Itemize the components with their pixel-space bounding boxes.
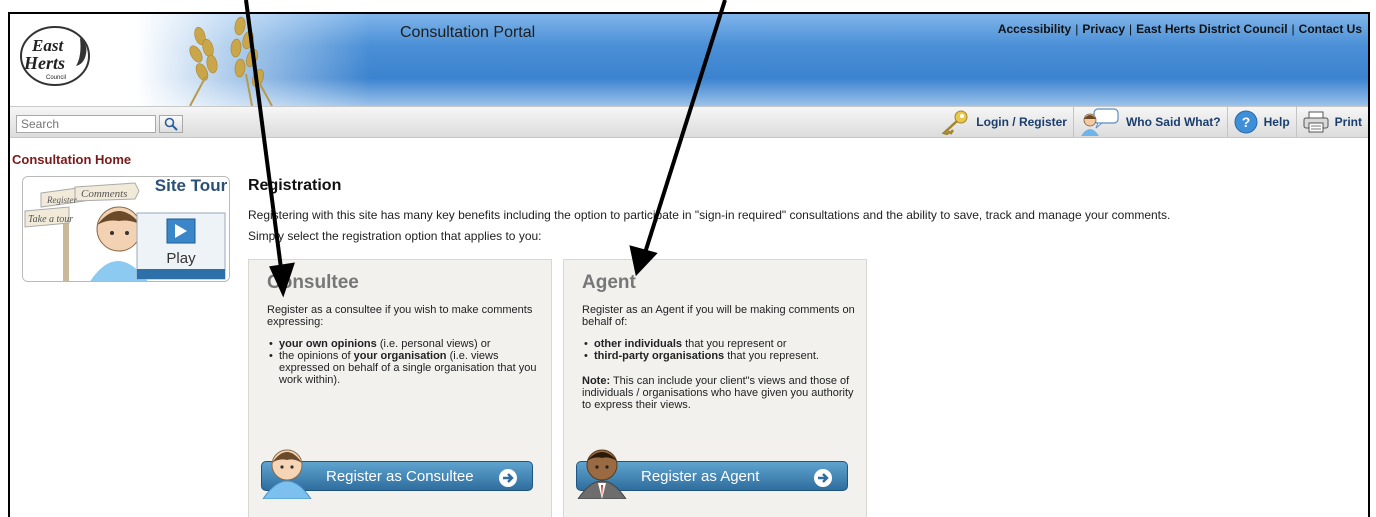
site-header: East Herts Council Consultation Portal A… [10,14,1368,106]
portal-title: Consultation Portal [400,24,536,41]
list-item: your own opinions (i.e. personal views) … [267,338,547,350]
login-register-button[interactable]: Login / Register [934,107,1073,137]
search-icon [164,117,178,131]
link-separator: | [1291,22,1295,36]
svg-text:Council: Council [46,75,66,81]
registration-intro: Registering with this site has many key … [248,208,1171,222]
print-label: Print [1334,115,1362,129]
registration-instruction: Simply select the registration option th… [248,229,542,243]
wheat-image [189,16,273,106]
link-separator: | [1129,22,1133,36]
contact-us-link[interactable]: Contact Us [1299,22,1362,36]
list-item: other individuals that you represent or [582,338,862,350]
key-icon [941,110,968,135]
top-links: Accessibility | Privacy | East Herts Distric… [998,22,1362,36]
site-tour-graphic: Register Comments Take a tour Site Tour … [23,177,229,281]
sign-comments: Comments [81,188,127,200]
help-label: Help [1263,115,1290,129]
consultee-avatar-icon [262,449,312,499]
page-title: Registration [248,177,342,194]
agent-note: Note: This can include your client"s vie… [582,375,854,411]
list-item: third-party organisations that you repre… [582,350,862,362]
browser-page: East Herts Council Consultation Portal A… [8,12,1370,517]
toolbar-tools: Login / Register Who Said What? ? Help P… [934,107,1368,137]
consultation-home-link[interactable]: Consultation Home [12,152,131,167]
search-button[interactable] [159,115,183,133]
link-separator: | [1075,22,1079,36]
printer-icon [1303,111,1329,133]
agent-avatar-icon [577,449,627,499]
sign-register: Register [46,195,77,205]
arrow-right-icon [814,469,832,487]
site-tour-title: Site Tour [155,177,228,195]
consultee-lead: Register as a consultee if you wish to m… [267,304,533,328]
help-button[interactable]: ? Help [1226,107,1296,137]
site-tour-widget[interactable]: Register Comments Take a tour Site Tour … [22,176,230,282]
arrow-right-icon [499,469,517,487]
agent-panel: Agent Register as an Agent if you will b… [563,259,867,517]
accessibility-link[interactable]: Accessibility [998,22,1071,36]
svg-text:Herts: Herts [23,53,65,73]
who-said-what-label: Who Said What? [1125,115,1221,129]
login-register-label: Login / Register [976,115,1067,129]
search-input[interactable] [16,115,156,133]
sign-take-a-tour: Take a tour [28,214,73,225]
print-button[interactable]: Print [1295,107,1368,137]
toolbar: Login / Register Who Said What? ? Help [10,106,1368,138]
register-consultee-label: Register as Consultee [326,468,474,485]
agent-lead: Register as an Agent if you will be maki… [582,304,855,328]
council-link[interactable]: East Herts District Council [1136,22,1287,36]
list-item: the opinions of your organisation (i.e. … [267,350,547,386]
east-herts-logo[interactable]: East Herts Council [18,24,92,88]
svg-text:?: ? [1241,114,1250,130]
agent-list: other individuals that you represent or … [582,338,862,362]
consultee-list: your own opinions (i.e. personal views) … [267,338,547,386]
agent-heading: Agent [582,272,636,293]
consultee-panel: Consultee Register as a consultee if you… [248,259,552,517]
consultee-heading: Consultee [267,272,359,293]
privacy-link[interactable]: Privacy [1082,22,1125,36]
register-agent-label: Register as Agent [641,468,760,485]
speech-person-icon [1080,108,1119,136]
help-icon: ? [1234,110,1258,134]
who-said-what-button[interactable]: Who Said What? [1072,107,1227,137]
play-label: Play [166,250,196,267]
